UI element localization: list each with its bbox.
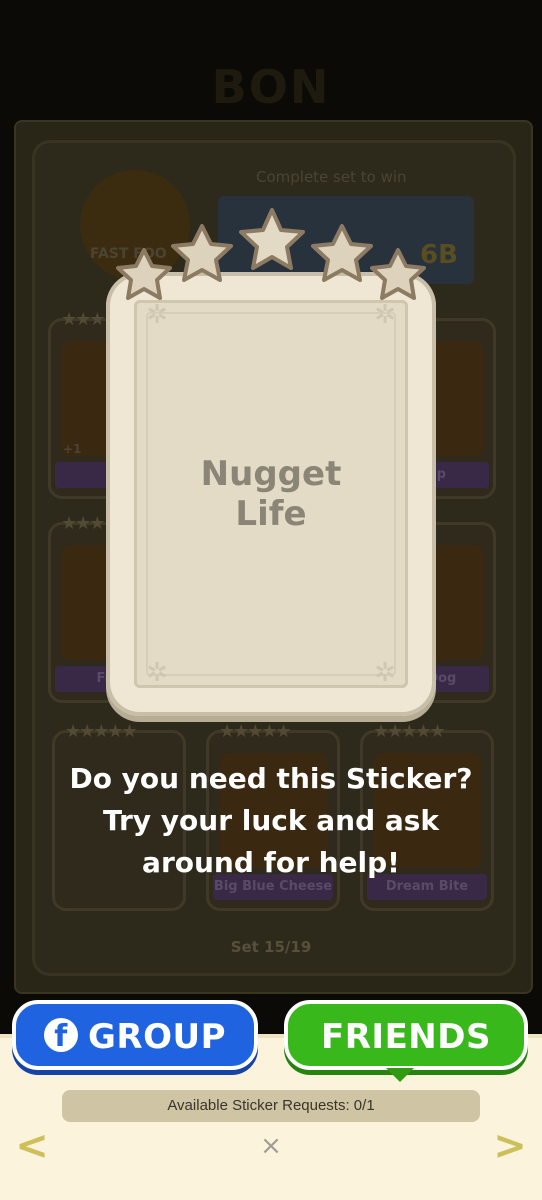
prompt-line: around for help! [142,846,400,879]
group-button[interactable]: f GROUP [12,1000,258,1070]
selected-indicator-icon [386,1068,414,1082]
card-stars: ★★★ [61,309,105,330]
star-icon [171,224,233,282]
background-title: BON [211,60,331,114]
prev-button[interactable]: < [12,1124,52,1168]
prompt-line: Do you need this Sticker? [69,762,473,795]
sticker-name: Nugget Life [106,454,436,534]
card-stars: ★★★ [61,513,105,534]
close-button[interactable]: × [255,1130,287,1162]
card-stars: ★★★★★ [65,721,138,742]
facebook-icon: f [43,1017,78,1054]
sticker-requests-bar: Available Sticker Requests: 0/1 [62,1090,480,1122]
star-icon [239,208,305,270]
group-button-label: GROUP [87,1017,227,1057]
prompt-line: Try your luck and ask [102,804,440,837]
request-prompt: Do you need this Sticker? Try your luck … [20,758,522,884]
star-icon [311,224,373,282]
star-icon [370,248,426,300]
sticker-requests-text: Available Sticker Requests: 0/1 [167,1097,375,1114]
sticker-rarity-stars [116,208,426,300]
friends-button-label: FRIENDS [321,1017,491,1057]
close-icon: × [260,1131,282,1161]
complete-set-text: Complete set to win [256,168,407,186]
card-stars: ★★★★★ [219,721,292,742]
corner-ornament-icon: ✲ [146,658,168,688]
sticker-card: ✲ ✲ ✲ ✲ Nugget Life [106,272,436,716]
sticker-name-text: Nugget Life [200,454,342,534]
next-button[interactable]: > [490,1124,530,1168]
star-icon [116,248,172,300]
card-badge: +1 [63,442,82,456]
set-label: Set 15/19 [230,938,312,956]
chevron-right-icon: > [493,1123,527,1169]
card-stars: ★★★★★ [373,721,446,742]
corner-ornament-icon: ✲ [374,658,396,688]
chevron-left-icon: < [15,1123,49,1169]
friends-button[interactable]: FRIENDS [284,1000,528,1070]
